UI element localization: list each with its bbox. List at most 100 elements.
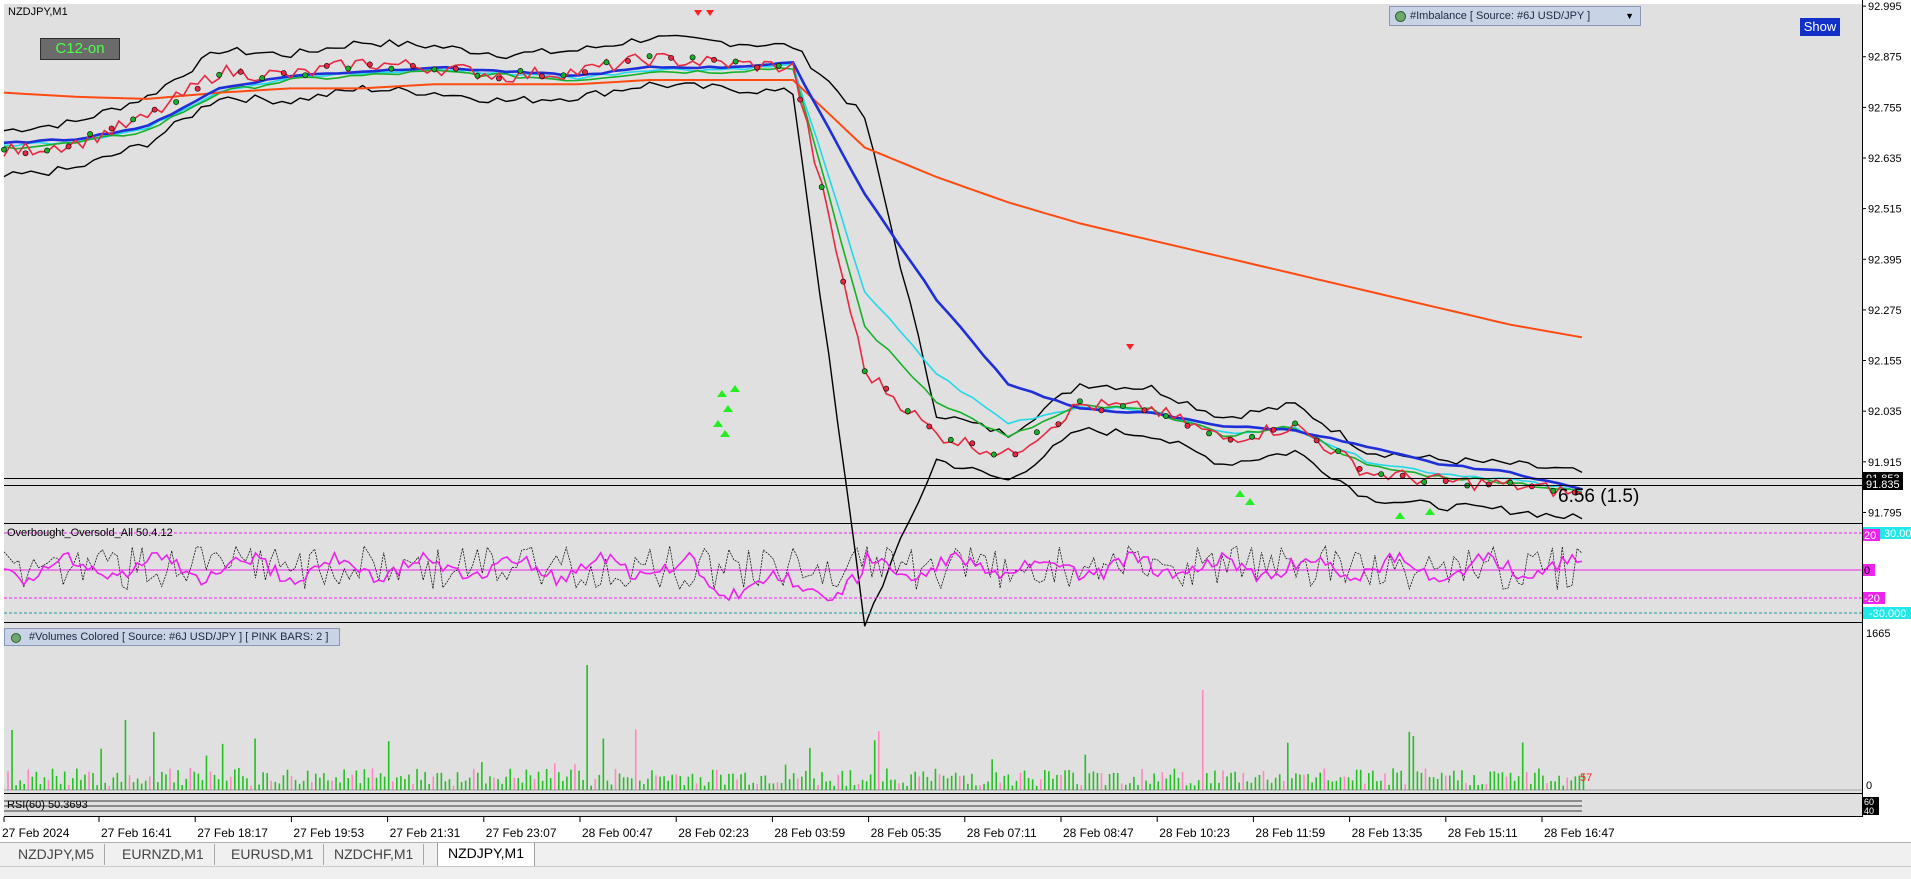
rsi-label: RSI(60) 50.3693	[7, 799, 88, 811]
price-tick-label: 92.515	[1868, 204, 1902, 216]
time-tick-label: 27 Feb 23:07	[486, 826, 557, 840]
price-tick-label: 92.035	[1868, 406, 1902, 418]
signal-dot	[496, 75, 502, 82]
time-tick-label: 28 Feb 16:47	[1544, 826, 1615, 840]
time-tick-label: 27 Feb 19:53	[293, 826, 364, 840]
signal-dot	[366, 61, 373, 68]
rsi-panel-bg	[4, 794, 1862, 816]
signal-dot	[1098, 407, 1105, 414]
signal-dot	[431, 66, 438, 73]
signal-dot	[646, 53, 653, 60]
signal-dot	[1292, 420, 1298, 427]
signal-dot	[1227, 436, 1234, 443]
signal-dot	[603, 59, 610, 66]
price-axis-bg	[1862, 0, 1911, 842]
signal-dot	[65, 143, 72, 150]
price-tick-label: 91.795	[1868, 507, 1902, 519]
price-tick-label: 92.635	[1868, 153, 1902, 165]
imbalance-label: #Imbalance [ Source: #6J USD/JPY ]	[1410, 10, 1591, 22]
signal-dot	[904, 408, 911, 414]
symbol-tab-bar: NZDJPY,M5 EURNZD,M1 EURUSD,M1 NZDCHF,M1 NZDJ…	[0, 842, 1911, 867]
signal-dot	[732, 58, 739, 65]
indicator-dot-icon	[1395, 11, 1406, 22]
price-tick-label: 92.755	[1868, 102, 1902, 114]
signal-dot	[625, 58, 631, 64]
signal-dot	[345, 65, 352, 72]
tab-nzdjpy-m5[interactable]: NZDJPY,M5	[8, 844, 105, 865]
signal-dot	[474, 72, 481, 79]
signal-dot	[1184, 422, 1191, 429]
volume-scale-max: 1665	[1866, 628, 1890, 640]
status-bar	[0, 866, 1911, 879]
signal-dot	[1, 146, 7, 153]
signal-dot	[1356, 465, 1363, 472]
last-price-text-2: 91.835	[1866, 479, 1900, 491]
signal-dot	[280, 70, 287, 76]
signal-dot	[990, 451, 997, 458]
signal-dot	[1206, 430, 1212, 437]
signal-dot	[668, 54, 674, 61]
signal-dot	[1442, 478, 1449, 484]
time-tick-label: 27 Feb 2024	[2, 826, 70, 840]
volume-panel-bg	[4, 623, 1862, 793]
signal-dot	[22, 150, 29, 157]
rsi-lower-label: 40	[1864, 806, 1874, 816]
signal-dot	[1141, 407, 1148, 414]
signal-dot	[87, 131, 93, 137]
imbalance-dropdown[interactable]: #Imbalance [ Source: #6J USD/JPY ] ▼	[1389, 6, 1641, 26]
oscillator-panel-bg	[4, 524, 1862, 622]
tab-nzdjpy-m1[interactable]: NZDJPY,M1	[437, 843, 535, 867]
time-tick-label: 27 Feb 16:41	[101, 826, 172, 840]
volumes-label: #Volumes Colored [ Source: #6J USD/JPY ]…	[29, 631, 329, 643]
signal-dot	[237, 68, 244, 75]
c12-toggle-button[interactable]: C12-on	[40, 38, 120, 60]
signal-dot	[689, 54, 696, 61]
show-button[interactable]: Show	[1800, 18, 1840, 36]
time-tick-label: 28 Feb 02:23	[678, 826, 749, 840]
tab-nzdchf-m1[interactable]: NZDCHF,M1	[324, 844, 425, 865]
osc-lower-label: -20	[1864, 593, 1880, 605]
signal-dot	[1012, 451, 1019, 458]
signal-dot	[1249, 433, 1255, 440]
symbol-title: NZDJPY,M1	[8, 6, 68, 18]
tab-eurusd-m1[interactable]: EURUSD,M1	[221, 844, 325, 865]
osc-bottom-label: -30.000	[1869, 608, 1906, 620]
time-tick-label: 28 Feb 10:23	[1159, 826, 1230, 840]
signal-dot	[711, 56, 717, 63]
signal-dot	[388, 65, 395, 72]
signal-dot	[1163, 413, 1169, 419]
signal-dot	[1077, 398, 1083, 405]
tab-eurnzd-m1[interactable]: EURNZD,M1	[112, 844, 215, 865]
signal-dot	[883, 385, 890, 392]
pips-label: 6.56 (1.5)	[1558, 486, 1639, 507]
price-tick-label: 92.995	[1868, 1, 1902, 13]
signal-dot	[797, 96, 804, 103]
time-tick-label: 28 Feb 00:47	[582, 826, 653, 840]
price-tick-label: 92.155	[1868, 356, 1902, 368]
signal-dot	[517, 68, 524, 74]
chart-canvas[interactable]: 92.995 92.875 92.755 92.635 92.515 92.395 92.2…	[0, 0, 1911, 842]
signal-dot	[1055, 421, 1062, 427]
oscillator-label: Overbought_Oversold_All 50.4.12	[7, 527, 173, 539]
signal-dot	[1421, 479, 1428, 485]
indicator-dot-icon	[11, 633, 21, 643]
signal-dot	[1335, 448, 1342, 455]
time-tick-label: 28 Feb 11:59	[1255, 826, 1325, 840]
volume-scale-min: 0	[1866, 780, 1872, 792]
price-tick-label: 92.875	[1868, 52, 1902, 64]
chevron-down-icon[interactable]: ▼	[1625, 7, 1634, 25]
signal-dot	[754, 64, 761, 71]
signal-dot	[194, 85, 201, 92]
signal-dot	[323, 62, 330, 69]
signal-dot	[108, 125, 115, 132]
signal-dot	[1399, 472, 1406, 479]
signal-dot	[969, 440, 976, 447]
signal-dot	[818, 184, 825, 190]
signal-dot	[1485, 481, 1492, 488]
signal-dot	[302, 72, 309, 79]
volumes-label-box: #Volumes Colored [ Source: #6J USD/JPY ]…	[4, 628, 340, 646]
osc-top-label: 30.000	[1884, 528, 1911, 540]
signal-dot	[259, 75, 266, 81]
signal-dot	[1528, 483, 1535, 490]
signal-dot	[173, 99, 180, 105]
